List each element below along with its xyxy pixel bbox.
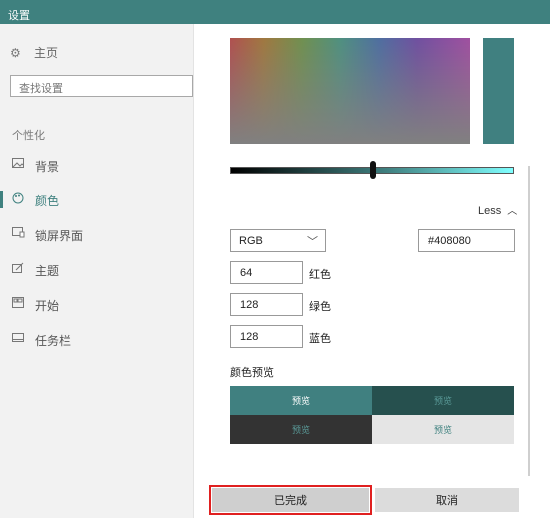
search-input[interactable]: 查找设置	[10, 75, 193, 97]
section-title: 个性化	[12, 130, 45, 142]
cancel-button[interactable]: 取消	[375, 488, 519, 512]
green-label: 绿色	[309, 301, 331, 313]
sidebar: ⚙ 主页 查找设置 个性化 背景 颜色 锁屏界面 主题 开始 任务栏	[0, 24, 194, 518]
preview-cell: 预览	[230, 386, 372, 415]
nav-home[interactable]: ⚙ 主页	[10, 44, 58, 61]
blue-input[interactable]: 128	[230, 325, 303, 348]
hex-input[interactable]: #408080	[418, 229, 515, 252]
window-title: 设置	[0, 0, 550, 24]
image-icon	[11, 158, 25, 172]
sidebar-item-label: 开始	[35, 299, 60, 313]
lock-screen-icon	[11, 227, 25, 241]
color-model-value: RGB	[239, 235, 263, 247]
color-preview-title: 颜色预览	[230, 367, 274, 379]
sidebar-item-label: 任务栏	[35, 334, 72, 348]
start-grid-icon	[11, 297, 25, 311]
preview-cell: 预览	[230, 415, 372, 444]
sidebar-item-taskbar[interactable]: 任务栏	[0, 330, 194, 350]
taskbar-icon	[11, 332, 25, 346]
nav-home-label: 主页	[34, 46, 59, 60]
less-label: Less	[478, 205, 502, 217]
palette-icon	[11, 192, 25, 206]
active-indicator	[0, 191, 3, 208]
scrollbar[interactable]	[528, 166, 530, 476]
done-button[interactable]: 已完成	[209, 485, 372, 515]
sidebar-item-background[interactable]: 背景	[0, 156, 194, 176]
sidebar-item-lock-screen[interactable]: 锁屏界面	[0, 225, 194, 245]
red-input[interactable]: 64	[230, 261, 303, 284]
sidebar-item-start[interactable]: 开始	[0, 295, 194, 315]
red-label: 红色	[309, 269, 331, 281]
color-spectrum[interactable]	[230, 38, 470, 144]
sidebar-item-themes[interactable]: 主题	[0, 260, 194, 280]
sidebar-item-label: 背景	[35, 160, 60, 174]
green-input[interactable]: 128	[230, 293, 303, 316]
sidebar-item-colors[interactable]: 颜色	[0, 190, 194, 210]
brightness-slider-thumb[interactable]	[370, 161, 376, 179]
color-picker-panel: Less ︿ RGB ﹀ #408080 64 红色 128 绿色 128 蓝色 …	[195, 24, 550, 518]
less-toggle[interactable]: Less ︿	[478, 202, 517, 217]
color-model-select[interactable]: RGB ﹀	[230, 229, 326, 252]
selected-color-swatch	[483, 38, 514, 144]
sidebar-item-label: 颜色	[35, 194, 60, 208]
gear-icon: ⚙	[10, 46, 21, 60]
sidebar-item-label: 锁屏界面	[35, 229, 84, 243]
preview-cell: 预览	[372, 386, 514, 415]
brush-icon	[11, 262, 25, 276]
blue-label: 蓝色	[309, 333, 331, 345]
chevron-down-icon: ﹀	[307, 236, 318, 248]
sidebar-item-label: 主题	[35, 264, 60, 278]
preview-cell: 预览	[372, 415, 514, 444]
chevron-up-icon: ︿	[507, 206, 518, 217]
